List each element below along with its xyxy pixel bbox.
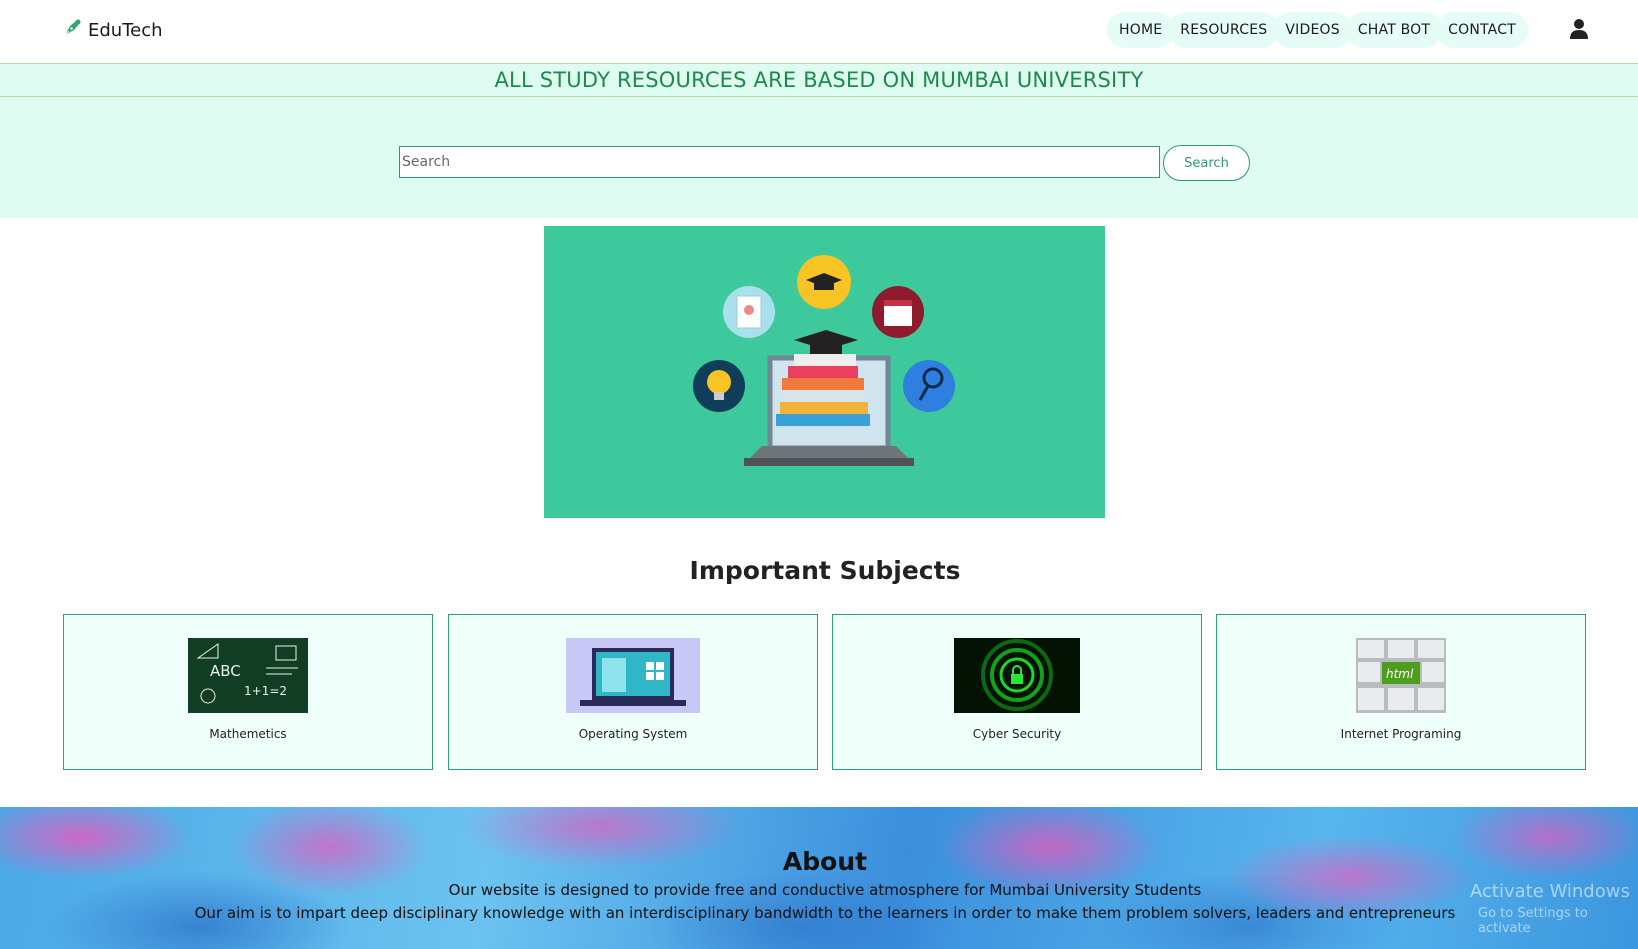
subject-label: Cyber Security — [972, 727, 1062, 741]
user-icon[interactable] — [1570, 18, 1588, 40]
green-lock-image — [954, 638, 1080, 717]
search-section: Search — [0, 97, 1638, 218]
brand-name: EduTech — [88, 19, 163, 41]
nav-home[interactable]: HOME — [1107, 12, 1175, 48]
laptop-with-books-icon — [693, 255, 955, 466]
subjects-title: Important Subjects — [689, 556, 961, 585]
subject-card-operating-system[interactable]: Operating System — [448, 614, 818, 770]
about-title: About — [782, 847, 868, 876]
search-button[interactable]: Search — [1163, 145, 1250, 181]
windows-laptop-image — [566, 638, 700, 717]
main-nav: HOME RESOURCES VIDEOS CHAT BOT CONTACT — [1107, 12, 1528, 48]
nav-videos[interactable]: VIDEOS — [1273, 12, 1352, 48]
top-navbar: EduTech HOME RESOURCES VIDEOS CHAT BOT C… — [0, 0, 1638, 63]
about-text-line1: Our website is designed to provide free … — [448, 881, 1202, 899]
subject-card-cyber-security[interactable]: Cyber Security — [832, 614, 1202, 770]
windows-activation-subtext: Go to Settings to activate — [1478, 906, 1588, 936]
pen-nib-icon — [62, 18, 82, 42]
svg-text:html: html — [1386, 667, 1414, 681]
search-input[interactable] — [399, 146, 1160, 178]
about-text-line2: Our aim is to impart deep disciplinary k… — [194, 904, 1456, 922]
html-keyboard-image: html — [1356, 638, 1446, 717]
about-section: About Our website is designed to provide… — [0, 807, 1638, 949]
subject-card-mathematics[interactable]: ABC 1+1=2 Mathemetics — [63, 614, 433, 770]
nav-contact[interactable]: CONTACT — [1436, 12, 1528, 48]
hero-illustration — [544, 226, 1105, 518]
subject-label: Internet Programing — [1340, 727, 1462, 741]
subject-label: Operating System — [578, 727, 688, 741]
svg-text:1+1=2: 1+1=2 — [244, 684, 287, 698]
windows-activation-watermark: Activate Windows — [1470, 881, 1630, 902]
nav-chat-bot[interactable]: CHAT BOT — [1345, 12, 1443, 48]
svg-text:ABC: ABC — [210, 662, 241, 680]
info-banner: ALL STUDY RESOURCES ARE BASED ON MUMBAI … — [0, 63, 1638, 97]
subject-card-internet-programming[interactable]: html Internet Programing — [1216, 614, 1586, 770]
brand[interactable]: EduTech — [62, 18, 163, 42]
nav-resources[interactable]: RESOURCES — [1168, 12, 1280, 48]
banner-text: ALL STUDY RESOURCES ARE BASED ON MUMBAI … — [494, 68, 1144, 92]
subject-label: Mathemetics — [209, 727, 287, 741]
math-chalkboard-image: ABC 1+1=2 — [188, 638, 308, 717]
